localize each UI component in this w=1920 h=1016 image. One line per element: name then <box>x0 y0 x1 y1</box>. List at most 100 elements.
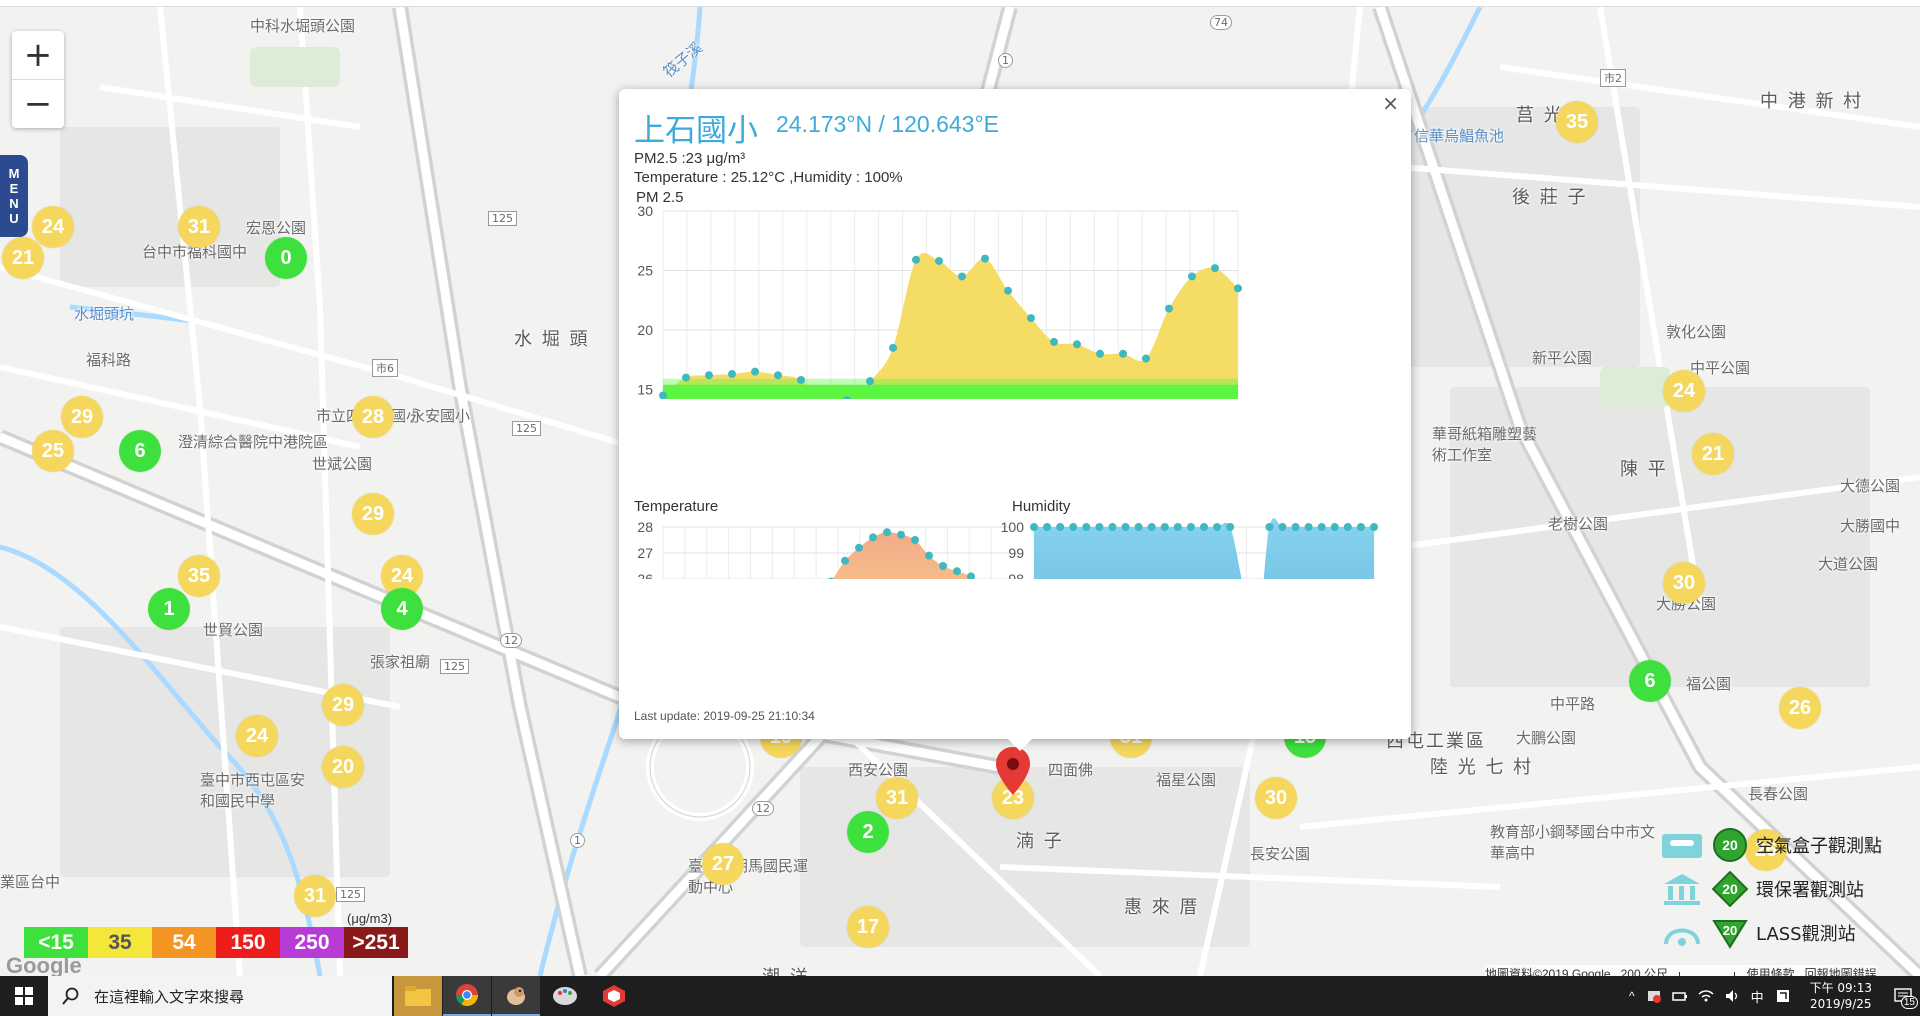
data-point <box>1147 523 1156 531</box>
data-point <box>855 543 863 552</box>
pm25-marker[interactable]: 29 <box>322 684 364 726</box>
map-label: 陸 光 七 村 <box>1430 757 1534 778</box>
pm25-marker[interactable]: 4 <box>381 588 423 630</box>
y-tick-label: 15 <box>637 382 653 398</box>
pm25-marker[interactable]: 31 <box>876 777 918 819</box>
legend-cell: 150 <box>216 927 280 958</box>
station-legend-airbox[interactable]: 20 空氣盒子觀測點 <box>1660 827 1882 863</box>
lass-icon <box>1664 928 1700 946</box>
pm25-marker[interactable]: 6 <box>1629 660 1671 702</box>
threshold-band-fade <box>663 378 1238 385</box>
data-point <box>1004 286 1012 295</box>
y-tick-label: 27 <box>637 545 653 561</box>
pm25-marker[interactable]: 24 <box>236 715 278 757</box>
chrome-app[interactable] <box>443 976 491 1016</box>
station-legend-epa[interactable]: 20 環保署觀測站 <box>1660 871 1864 907</box>
bird-icon <box>507 987 525 1005</box>
data-point <box>1095 523 1104 531</box>
data-point <box>1234 284 1242 293</box>
pm25-marker[interactable]: 35 <box>1556 101 1598 143</box>
data-point <box>705 371 713 380</box>
taskbar-search[interactable]: 在這裡輸入文字來搜尋 <box>48 976 392 1016</box>
data-point <box>1304 523 1313 531</box>
menu-letter: E <box>9 181 19 196</box>
zoom-in-button[interactable]: + <box>12 31 64 80</box>
pm25-marker[interactable]: 30 <box>1255 777 1297 819</box>
pm25-marker[interactable]: 17 <box>847 906 889 948</box>
location-pin-icon[interactable] <box>996 747 1030 795</box>
pm25-marker[interactable]: 21 <box>2 237 44 279</box>
volume-icon[interactable] <box>1724 988 1740 1004</box>
search-placeholder: 在這裡輸入文字來搜尋 <box>94 987 245 1006</box>
data-point <box>1317 523 1326 531</box>
data-point <box>1142 354 1150 363</box>
start-button[interactable] <box>0 976 48 1016</box>
data-point <box>967 572 975 579</box>
data-point <box>1043 523 1052 531</box>
road-shield: 125 <box>488 211 517 226</box>
pm25-marker[interactable]: 0 <box>265 237 307 279</box>
pm25-marker[interactable]: 29 <box>61 396 103 438</box>
pm25-marker[interactable]: 21 <box>1692 433 1734 475</box>
pm25-marker[interactable]: 30 <box>1663 562 1705 604</box>
ime-mode-icon[interactable] <box>1775 988 1791 1004</box>
map-label: 臺中市西屯區安和國民中學 <box>200 771 306 810</box>
data-point <box>939 562 947 570</box>
y-tick-label: 25 <box>637 263 653 279</box>
windows-logo-icon <box>15 987 33 1005</box>
app-bird[interactable] <box>492 976 540 1016</box>
y-tick-label: 100 <box>1001 519 1025 535</box>
green-diamond-icon: 20 <box>1712 871 1748 907</box>
file-explorer-app[interactable] <box>394 976 442 1016</box>
pm25-marker[interactable]: 2 <box>847 811 889 853</box>
security-icon[interactable] <box>1646 988 1662 1004</box>
pm25-marker[interactable]: 29 <box>352 493 394 535</box>
chevron-up-icon[interactable]: ^ <box>1629 989 1635 1003</box>
menu-button[interactable]: MENU <box>0 155 28 237</box>
map-label: 大道公園 <box>1818 555 1879 573</box>
pm25-marker[interactable]: 35 <box>178 555 220 597</box>
data-point <box>1356 523 1365 531</box>
system-tray: ^ 中 下午 09:13 2019/9/25 15 <box>1623 976 1920 1016</box>
map-canvas[interactable]: 中科水堀頭公園 宏恩公園 台中市福科國中 水堀頭坑 水 堀 頭 市立四張犁國小 … <box>0 7 1920 976</box>
pm25-marker[interactable]: 6 <box>119 430 161 472</box>
station-badge: 20 <box>1722 837 1738 853</box>
legend-cell: 35 <box>88 927 152 958</box>
pm25-marker[interactable]: 25 <box>32 430 74 472</box>
pm25-marker[interactable]: 27 <box>702 843 744 885</box>
pm25-marker[interactable]: 28 <box>352 396 394 438</box>
notification-center-button[interactable]: 15 <box>1886 976 1920 1016</box>
road-shield: 125 <box>512 421 541 436</box>
close-icon[interactable]: × <box>1382 91 1399 115</box>
pm25-marker[interactable]: 31 <box>178 206 220 248</box>
data-point <box>1073 340 1081 349</box>
battery-icon[interactable] <box>1671 988 1688 1004</box>
app-sketchup[interactable] <box>590 976 638 1016</box>
report-error-link[interactable]: 回報地圖錯誤 <box>1805 967 1877 976</box>
pm25-marker[interactable]: 24 <box>1663 370 1705 412</box>
pm25-marker[interactable]: 20 <box>322 746 364 788</box>
legend-cell: >251 <box>344 927 408 958</box>
station-legend-lass[interactable]: 20 LASS觀測站 <box>1660 915 1856 951</box>
green-triangle-icon: 20 <box>1712 920 1748 949</box>
map-attribution: 地圖資料©2019 Google 200 公尺 使用條款 回報地圖錯誤 <box>1485 965 1877 976</box>
airbox-icon <box>1662 834 1702 858</box>
pm25-marker[interactable]: 26 <box>1779 687 1821 729</box>
clock-time: 下午 09:13 <box>1809 981 1872 995</box>
terms-link[interactable]: 使用條款 <box>1747 967 1795 976</box>
pm25-marker[interactable]: 24 <box>32 206 74 248</box>
pm25-marker[interactable]: 31 <box>294 875 336 917</box>
wifi-icon[interactable] <box>1698 988 1714 1004</box>
menu-letter: M <box>8 166 20 181</box>
ime-indicator[interactable]: 中 <box>1751 987 1764 1006</box>
data-point <box>1069 523 1078 531</box>
threshold-band <box>663 384 1238 399</box>
taskbar-clock[interactable]: 下午 09:13 2019/9/25 <box>1810 980 1872 1012</box>
map-label: 永安國小 <box>410 407 471 425</box>
y-tick-label: 26 <box>637 571 653 579</box>
google-logo: Google <box>6 953 82 976</box>
app-paint[interactable] <box>541 976 589 1016</box>
zoom-out-button[interactable]: − <box>12 80 64 128</box>
pm25-marker[interactable]: 1 <box>148 588 190 630</box>
y-tick-label: 20 <box>637 322 653 338</box>
